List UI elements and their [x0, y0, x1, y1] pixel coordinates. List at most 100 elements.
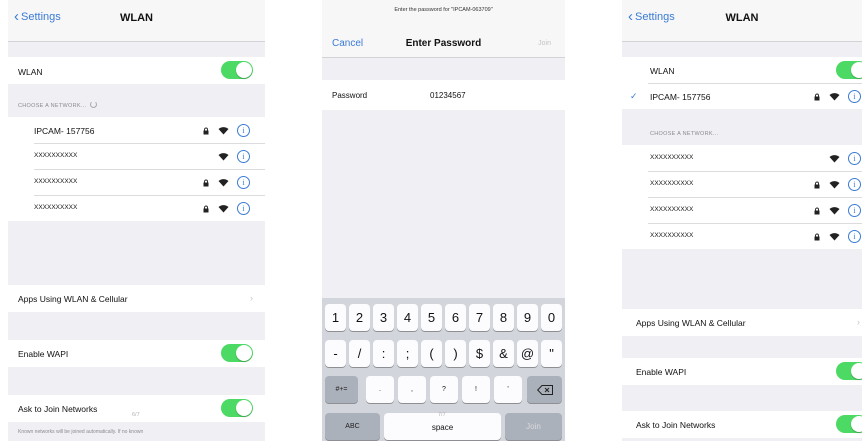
keyboard-key[interactable]: 7: [469, 304, 490, 331]
checkmark-icon: ✓: [630, 91, 638, 101]
keyboard-key[interactable]: &: [493, 340, 514, 367]
apps-using-wlan-label: Apps Using WLAN & Cellular: [636, 318, 746, 328]
keyboard-key[interactable]: 5: [421, 304, 442, 331]
keyboard-key[interactable]: .: [366, 376, 394, 403]
wlan-label: WLAN: [650, 66, 675, 76]
section-header: CHOOSE A NETWORK...: [650, 131, 719, 137]
network-row[interactable]: IPCAM- 157756 i: [8, 117, 265, 143]
info-icon[interactable]: i: [848, 178, 861, 191]
keyboard-key[interactable]: ;: [397, 340, 418, 367]
network-list: IPCAM- 157756 i XXXXXXXXXX i XXXXXXXXXX …: [8, 117, 265, 221]
keyboard-key[interactable]: 1: [325, 304, 346, 331]
network-row[interactable]: XXXXXXXXXX i: [8, 169, 265, 195]
keyboard-key[interactable]: 6: [445, 304, 466, 331]
keyboard-key[interactable]: (: [421, 340, 442, 367]
network-row[interactable]: XXXXXXXXXX i: [8, 143, 265, 169]
ask-to-join-row: Ask to Join Networks 6/7: [8, 395, 265, 422]
wlan-label: WLAN: [18, 67, 43, 77]
wapi-toggle[interactable]: [221, 344, 253, 362]
page-title: Enter Password: [405, 38, 482, 49]
keyboard-key[interactable]: 3: [373, 304, 394, 331]
info-icon[interactable]: i: [848, 90, 861, 103]
lock-icon: [203, 179, 209, 189]
lock-icon: [203, 127, 209, 137]
network-row[interactable]: XXXXXXXXXX i: [8, 195, 265, 221]
connected-network-row[interactable]: ✓ IPCAM- 157756 i: [622, 83, 862, 109]
network-name: XXXXXXXXXX: [650, 180, 694, 187]
page-title: WLAN: [725, 12, 759, 24]
info-icon[interactable]: i: [237, 124, 250, 137]
lock-icon: [203, 205, 209, 215]
connected-network-name: IPCAM- 157756: [650, 92, 711, 102]
lock-icon: [814, 207, 820, 217]
keyboard-key[interactable]: 8: [493, 304, 514, 331]
keyboard-key[interactable]: !: [462, 376, 490, 403]
wlan-settings-screen: ‹ Settings WLAN WLAN CHOOSE A NETWORK... …: [8, 0, 265, 441]
enter-password-screen: Enter the password for "IPCAM-063709" Ca…: [322, 0, 565, 441]
join-button[interactable]: Join: [538, 40, 551, 47]
network-name: XXXXXXXXXX: [650, 232, 694, 239]
ask-to-join-toggle[interactable]: [836, 415, 862, 433]
page-number: 6/7: [132, 412, 140, 418]
keyboard-key[interactable]: ,: [398, 376, 426, 403]
info-icon[interactable]: i: [237, 202, 250, 215]
network-name: IPCAM- 157756: [34, 126, 95, 136]
info-icon[interactable]: i: [848, 204, 861, 217]
keyboard-key[interactable]: :: [373, 340, 394, 367]
wifi-icon: [829, 154, 840, 165]
wifi-icon: [829, 206, 840, 217]
ask-to-join-label: Ask to Join Networks: [18, 404, 98, 414]
network-row[interactable]: XXXXXXXXXX i: [622, 145, 862, 171]
keyboard-key[interactable]: ?: [430, 376, 458, 403]
chevron-right-icon: ›: [857, 317, 860, 327]
backspace-key[interactable]: [527, 376, 562, 403]
chevron-right-icon: ›: [250, 293, 253, 303]
wlan-toggle[interactable]: [221, 61, 253, 79]
info-icon[interactable]: i: [237, 176, 250, 189]
info-icon[interactable]: i: [848, 230, 861, 243]
keyboard-key[interactable]: 9: [517, 304, 538, 331]
info-icon[interactable]: i: [848, 152, 861, 165]
enable-wapi-row: Enable WAPI: [8, 340, 265, 367]
ask-to-join-row: Ask to Join Networks: [622, 411, 862, 438]
keyboard-key[interactable]: ": [541, 340, 562, 367]
ask-to-join-toggle[interactable]: [221, 399, 253, 417]
apps-using-wlan-row[interactable]: Apps Using WLAN & Cellular ›: [8, 285, 265, 312]
symbols-toggle-key[interactable]: #+=: [325, 376, 358, 403]
wifi-icon: [218, 126, 229, 137]
join-key[interactable]: Join: [505, 413, 562, 440]
wifi-icon: [218, 178, 229, 189]
wifi-icon: [829, 180, 840, 191]
network-name: XXXXXXXXXX: [34, 152, 78, 159]
network-row[interactable]: XXXXXXXXXX i: [622, 171, 862, 197]
keyboard-key[interactable]: @: [517, 340, 538, 367]
wlan-toggle[interactable]: [836, 61, 862, 79]
wapi-toggle[interactable]: [836, 362, 862, 380]
page-title: WLAN: [120, 12, 153, 24]
wlan-row: WLAN: [8, 57, 265, 84]
keyboard-key[interactable]: $: [469, 340, 490, 367]
abc-key[interactable]: ABC: [325, 413, 380, 440]
lock-icon: [814, 233, 820, 243]
keyboard-key[interactable]: ': [494, 376, 522, 403]
keyboard-key[interactable]: 2: [349, 304, 370, 331]
apps-using-wlan-row[interactable]: Apps Using WLAN & Cellular ›: [622, 309, 862, 336]
password-label: Password: [332, 91, 368, 100]
keyboard-key[interactable]: 4: [397, 304, 418, 331]
enable-wapi-label: Enable WAPI: [18, 349, 69, 359]
network-row[interactable]: XXXXXXXXXX i: [622, 223, 862, 249]
network-name: XXXXXXXXXX: [650, 154, 694, 161]
network-row[interactable]: XXXXXXXXXX i: [622, 197, 862, 223]
wifi-icon: [218, 152, 229, 163]
keyboard-key[interactable]: /: [349, 340, 370, 367]
keyboard-key[interactable]: 0: [541, 304, 562, 331]
password-input[interactable]: [430, 91, 530, 100]
apps-using-wlan-label: Apps Using WLAN & Cellular: [18, 294, 128, 304]
keyboard: 1234567890 - /:;() $ & @ " #+= .,?! ' ABC spac…: [322, 298, 565, 441]
section-header: CHOOSE A NETWORK...: [18, 101, 98, 109]
info-icon[interactable]: i: [237, 150, 250, 163]
keyboard-key[interactable]: -: [325, 340, 346, 367]
loading-spinner-icon: [90, 101, 98, 108]
network-name: XXXXXXXXXX: [650, 206, 694, 213]
keyboard-key[interactable]: ): [445, 340, 466, 367]
